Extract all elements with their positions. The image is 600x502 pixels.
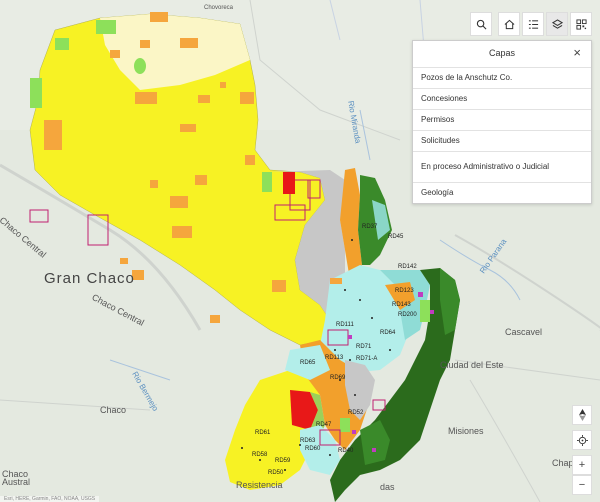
code-label: RD60 [305, 446, 321, 452]
code-label: RD52 [348, 410, 364, 416]
place-chaco-austral: Chaco Austral [2, 469, 31, 487]
layers-icon [551, 18, 563, 29]
code-label: RD69 [330, 375, 346, 381]
code-label: RD113 [325, 355, 344, 361]
layers-button[interactable] [546, 12, 568, 36]
code-label: RD63 [300, 438, 316, 444]
zoom-out-button[interactable]: − [572, 475, 592, 495]
layers-panel: Capas × Pozos de la Anschutz Co. Concesi… [412, 40, 592, 204]
home-button[interactable] [498, 12, 520, 36]
code-label: RD123 [395, 288, 414, 294]
layer-item-en-proceso[interactable]: En proceso Administrativo o Judicial [413, 151, 591, 182]
attribution: Esri, HERE, Garmin, FAO, NOAA, USGS [0, 496, 100, 502]
code-label: RD61 [255, 430, 271, 436]
code-label: RD64 [380, 330, 396, 336]
map-toolbar [470, 12, 592, 36]
code-label: RD40 [338, 448, 354, 454]
legend-icon [528, 19, 538, 29]
place-cascavel: Cascavel [505, 327, 543, 337]
code-label: RD65 [300, 360, 316, 366]
search-button[interactable] [470, 12, 492, 36]
code-label: RD71 [356, 344, 372, 350]
code-label: RD47 [316, 422, 332, 428]
code-label: RD58 [252, 452, 268, 458]
place-chaco: Chaco [100, 405, 127, 415]
zoom-in-button[interactable]: + [572, 455, 592, 475]
layer-item-solicitudes[interactable]: Solicitudes [413, 130, 591, 151]
layer-item-pozos[interactable]: Pozos de la Anschutz Co. [413, 67, 591, 88]
layer-item-geologia[interactable]: Geología [413, 182, 591, 203]
panel-title: Capas [488, 48, 515, 58]
code-label: RD111 [336, 322, 354, 328]
layer-item-permisos[interactable]: Permisos [413, 109, 591, 130]
code-label: RD143 [392, 302, 411, 308]
code-label: RD200 [398, 312, 417, 318]
place-lomas: das [380, 482, 395, 492]
place-chovoreca: Chovoreca [204, 5, 234, 11]
code-label: RD59 [275, 458, 291, 464]
locate-button[interactable] [572, 430, 592, 450]
place-resistencia: Resistencia [236, 480, 283, 490]
qr-button[interactable] [570, 12, 592, 36]
locate-icon [576, 434, 588, 446]
place-ciudad-del-este: Ciudad del Este [440, 360, 504, 370]
panel-header: Capas × [413, 41, 591, 67]
layer-list: Pozos de la Anschutz Co. Concesiones Per… [413, 67, 591, 203]
code-label: RD50 [268, 470, 284, 476]
home-icon [504, 19, 514, 29]
code-label: RD45 [388, 234, 404, 240]
search-icon [476, 19, 486, 29]
place-misiones: Misiones [448, 426, 484, 436]
qr-icon [575, 18, 587, 30]
code-label: RD71-A [356, 356, 378, 362]
compass-icon [578, 409, 586, 421]
code-label: RD142 [398, 264, 417, 270]
code-label: RD37 [362, 224, 378, 230]
place-gran-chaco: Gran Chaco [44, 270, 135, 287]
layer-item-concesiones[interactable]: Concesiones [413, 88, 591, 109]
close-icon[interactable]: × [573, 46, 581, 59]
compass-button[interactable] [572, 405, 592, 425]
legend-button[interactable] [522, 12, 544, 36]
